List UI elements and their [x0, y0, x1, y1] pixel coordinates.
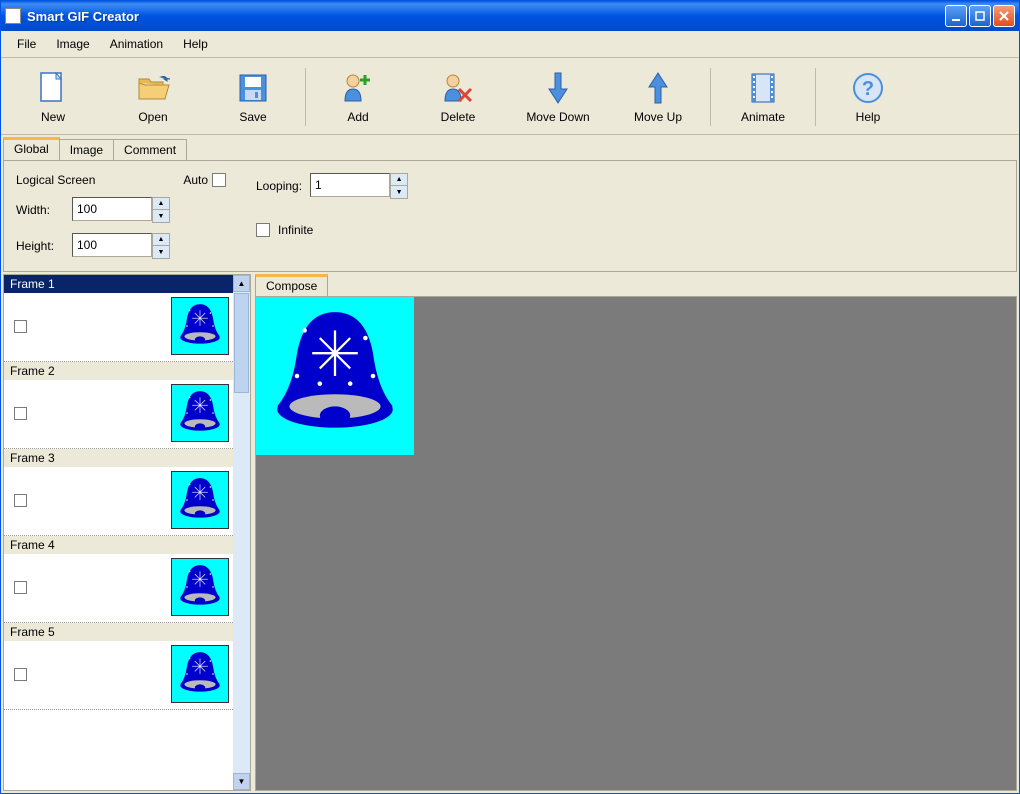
looping-down[interactable]: ▼ — [391, 186, 407, 198]
width-up[interactable]: ▲ — [153, 198, 169, 210]
global-panel: Logical Screen Auto Width: ▲ ▼ — [3, 160, 1017, 272]
help-button[interactable]: ? Help — [818, 64, 918, 130]
frame-label: Frame 3 — [4, 449, 233, 467]
looping-label: Looping: — [256, 179, 302, 193]
menu-help[interactable]: Help — [173, 34, 218, 54]
tab-compose[interactable]: Compose — [255, 274, 328, 296]
delete-icon — [440, 70, 476, 106]
frame-item[interactable]: Frame 1 — [4, 275, 233, 362]
menubar: File Image Animation Help — [1, 31, 1019, 58]
infinite-checkbox[interactable] — [256, 223, 270, 237]
delete-button[interactable]: Delete — [408, 64, 508, 130]
frame-label: Frame 2 — [4, 362, 233, 380]
frame-thumbnail — [171, 645, 229, 703]
toolbar-separator-1 — [305, 68, 306, 126]
frame-item[interactable]: Frame 3 — [4, 449, 233, 536]
frame-checkbox[interactable] — [14, 320, 27, 333]
open-button[interactable]: Open — [103, 64, 203, 130]
frame-checkbox[interactable] — [14, 668, 27, 681]
auto-checkbox[interactable] — [212, 173, 226, 187]
scroll-thumb[interactable] — [234, 293, 249, 393]
scroll-up-icon[interactable]: ▲ — [233, 275, 250, 292]
add-button[interactable]: Add — [308, 64, 408, 130]
frame-thumbnail — [171, 384, 229, 442]
close-button[interactable] — [993, 5, 1015, 27]
tab-global[interactable]: Global — [3, 137, 60, 160]
height-label: Height: — [16, 239, 64, 253]
toolbar-separator-3 — [815, 68, 816, 126]
auto-label: Auto — [183, 173, 208, 187]
app-icon — [5, 8, 21, 24]
frame-thumbnail — [171, 297, 229, 355]
bell-icon — [259, 300, 411, 452]
move-up-button[interactable]: Move Up — [608, 64, 708, 130]
frame-item[interactable]: Frame 4 — [4, 536, 233, 623]
looping-input[interactable] — [310, 173, 390, 197]
animate-icon — [745, 70, 781, 106]
animate-button[interactable]: Animate — [713, 64, 813, 130]
frame-label: Frame 5 — [4, 623, 233, 641]
frame-item[interactable]: Frame 2 — [4, 362, 233, 449]
frame-checkbox[interactable] — [14, 581, 27, 594]
frame-item[interactable]: Frame 5 — [4, 623, 233, 710]
tab-image[interactable]: Image — [59, 139, 114, 160]
compose-panel — [255, 296, 1017, 791]
menu-image[interactable]: Image — [46, 34, 99, 54]
width-label: Width: — [16, 203, 64, 217]
frame-thumbnail — [171, 558, 229, 616]
save-button[interactable]: Save — [203, 64, 303, 130]
titlebar: Smart GIF Creator — [1, 1, 1019, 31]
move-up-icon — [640, 70, 676, 106]
new-icon — [35, 70, 71, 106]
preview-canvas — [256, 297, 414, 455]
add-icon — [340, 70, 376, 106]
width-input[interactable] — [72, 197, 152, 221]
menu-animation[interactable]: Animation — [100, 34, 173, 54]
svg-text:?: ? — [862, 78, 874, 100]
menu-file[interactable]: File — [7, 34, 46, 54]
maximize-button[interactable] — [969, 5, 991, 27]
height-up[interactable]: ▲ — [153, 234, 169, 246]
toolbar: New Open Save Add Delete — [1, 58, 1019, 135]
frame-label: Frame 4 — [4, 536, 233, 554]
height-down[interactable]: ▼ — [153, 246, 169, 258]
window-title: Smart GIF Creator — [27, 9, 945, 24]
new-button[interactable]: New — [3, 64, 103, 130]
toolbar-separator-2 — [710, 68, 711, 126]
logical-screen-label: Logical Screen — [16, 173, 95, 187]
frame-scrollbar[interactable]: ▲ ▼ — [233, 275, 250, 790]
move-down-button[interactable]: Move Down — [508, 64, 608, 130]
minimize-button[interactable] — [945, 5, 967, 27]
looping-up[interactable]: ▲ — [391, 174, 407, 186]
frame-thumbnail — [171, 471, 229, 529]
frame-list: Frame 1 Frame 2 Frame 3 — [3, 274, 251, 791]
move-down-icon — [540, 70, 576, 106]
frame-checkbox[interactable] — [14, 494, 27, 507]
open-icon — [135, 70, 171, 106]
scroll-down-icon[interactable]: ▼ — [233, 773, 250, 790]
frame-checkbox[interactable] — [14, 407, 27, 420]
help-icon: ? — [850, 70, 886, 106]
infinite-label: Infinite — [278, 223, 313, 237]
save-icon — [235, 70, 271, 106]
frame-label: Frame 1 — [4, 275, 233, 293]
width-down[interactable]: ▼ — [153, 210, 169, 222]
app-window: Smart GIF Creator File Image Animation H… — [0, 0, 1020, 794]
main-tabs: Global Image Comment — [3, 137, 1017, 160]
window-controls — [945, 5, 1015, 27]
height-input[interactable] — [72, 233, 152, 257]
tab-comment[interactable]: Comment — [113, 139, 187, 160]
